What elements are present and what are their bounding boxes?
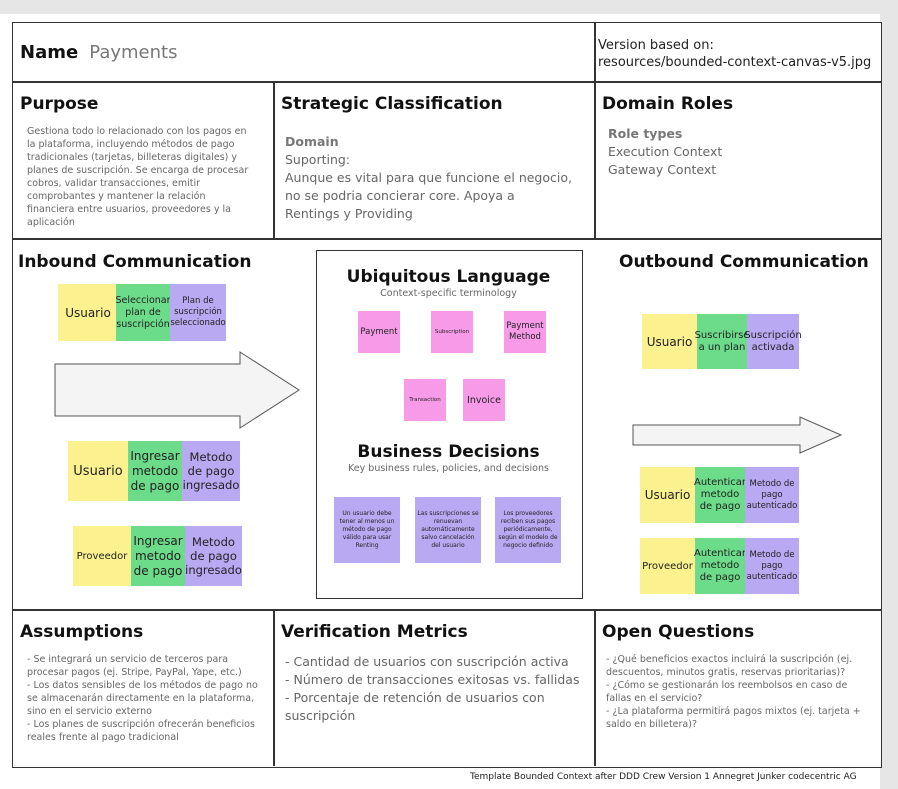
rule-sticky: Un usuario debe tener al menos un método… [334,497,400,563]
role-item: Gateway Context [608,162,717,177]
inbound-action-sticky: Seleccionar plan de suscripción [116,284,171,341]
inbound-arrow [54,351,300,429]
strategic-text: Suporting: Aunque es vital para que func… [285,151,585,223]
assumptions-title: Assumptions [20,622,144,642]
term-sticky: Transaction [404,379,446,421]
divider [594,82,596,239]
term-sticky: Invoice [463,379,505,421]
inbound-title: Inbound Communication [18,252,252,272]
outbound-action-sticky: Autenticar metodo de pago [694,538,746,594]
domain-roles-list: Execution Context Gateway Context [608,143,722,179]
divider [12,238,881,240]
name-label: Name [20,42,79,63]
question-item: - ¿Qué beneficios exactos incluirá la su… [606,654,853,678]
divider [12,609,881,611]
outbound-result-sticky: Metodo de pago autenticado [745,538,799,594]
divider [273,610,275,766]
metric-item: - Cantidad de usuarios con suscripción a… [285,654,569,669]
purpose-title: Purpose [20,94,99,114]
inbound-action-sticky: Ingresar metodo de pago [131,526,185,586]
inbound-actor-sticky: Usuario [58,284,118,341]
inbound-actor-sticky: Proveedor [73,526,131,586]
term-sticky: Payment [358,311,400,353]
outbound-title: Outbound Communication [619,252,869,272]
outbound-arrow [632,416,843,454]
question-item: - ¿La plataforma permitirá pagos mixtos … [606,706,861,730]
strategic-subtitle: Domain [285,134,339,149]
version-info: Version based on: resources/bounded-cont… [598,37,871,71]
inbound-result-sticky: Metodo de pago ingresado [185,526,242,586]
inbound-action-sticky: Ingresar metodo de pago [128,441,182,501]
outbound-result-sticky: Metodo de pago autenticado [745,467,799,523]
purpose-text: Gestiona todo lo relacionado con los pag… [27,126,249,228]
strategic-title: Strategic Classification [281,94,503,114]
strategic-line: Suporting: [285,152,351,167]
strategic-line: Rentings y Providing [285,206,413,221]
metric-item: - Porcentaje de retención de usuarios co… [285,690,545,723]
divider [594,610,596,766]
question-item: - ¿Cómo se gestionarán los reembolsos en… [606,680,848,704]
assumptions-list: - Se integrará un servicio de terceros p… [27,653,259,744]
business-title: Business Decisions [357,442,540,462]
strategic-line: no se podria concierar core. Apoya a [285,188,515,203]
outbound-actor-sticky: Usuario [642,314,697,369]
outbound-actor-sticky: Usuario [640,467,695,523]
top-margin [0,0,898,14]
assumption-item: - Se integrará un servicio de terceros p… [27,654,242,678]
outbound-actor-sticky: Proveedor [640,538,695,594]
business-subtitle: Key business rules, policies, and decisi… [348,463,549,474]
role-item: Execution Context [608,144,723,159]
metrics-list: - Cantidad de usuarios con suscripción a… [285,653,585,725]
metrics-title: Verification Metrics [281,622,468,642]
right-margin [880,0,898,789]
domain-roles-subtitle: Role types [608,126,683,141]
questions-title: Open Questions [602,622,755,642]
outbound-action-sticky: Autenticar metodo de pago [694,467,746,523]
name-field: Name Payments [20,42,177,63]
outbound-result-sticky: Suscripción activada [744,314,802,369]
version-label: Version based on: [598,38,714,53]
version-value: resources/bounded-context-canvas-v5.jpg [598,55,872,70]
assumption-item: - Los planes de suscripción ofrecerán be… [27,719,255,743]
ubiquitous-subtitle: Context-specific terminology [380,288,517,299]
questions-list: - ¿Qué beneficios exactos incluirá la su… [606,653,868,731]
metric-item: - Número de transacciones exitosas vs. f… [285,672,580,687]
term-sticky: Subscription [431,311,473,353]
name-value: Payments [89,42,178,63]
domain-roles-title: Domain Roles [602,94,734,114]
term-sticky: Payment Method [504,311,546,353]
strategic-line: Aunque es vital para que funcione el neg… [285,170,572,185]
inbound-actor-sticky: Usuario [68,441,128,501]
rule-sticky: Los proveedores reciben sus pagos periód… [495,497,561,563]
divider [273,82,275,239]
assumption-item: - Los datos sensibles de los métodos de … [27,680,258,717]
divider [594,22,596,82]
inbound-result-sticky: Plan de suscripción seleccionado [170,284,226,341]
inbound-result-sticky: Metodo de pago ingresado [182,441,240,501]
divider [12,81,881,83]
ubiquitous-title: Ubiquitous Language [346,267,551,287]
outbound-action-sticky: Suscribirse a un plan [695,314,749,369]
rule-sticky: Las suscripciones se renuevan automática… [415,497,481,563]
footer-credit: Template Bounded Context after DDD Crew … [470,772,857,782]
